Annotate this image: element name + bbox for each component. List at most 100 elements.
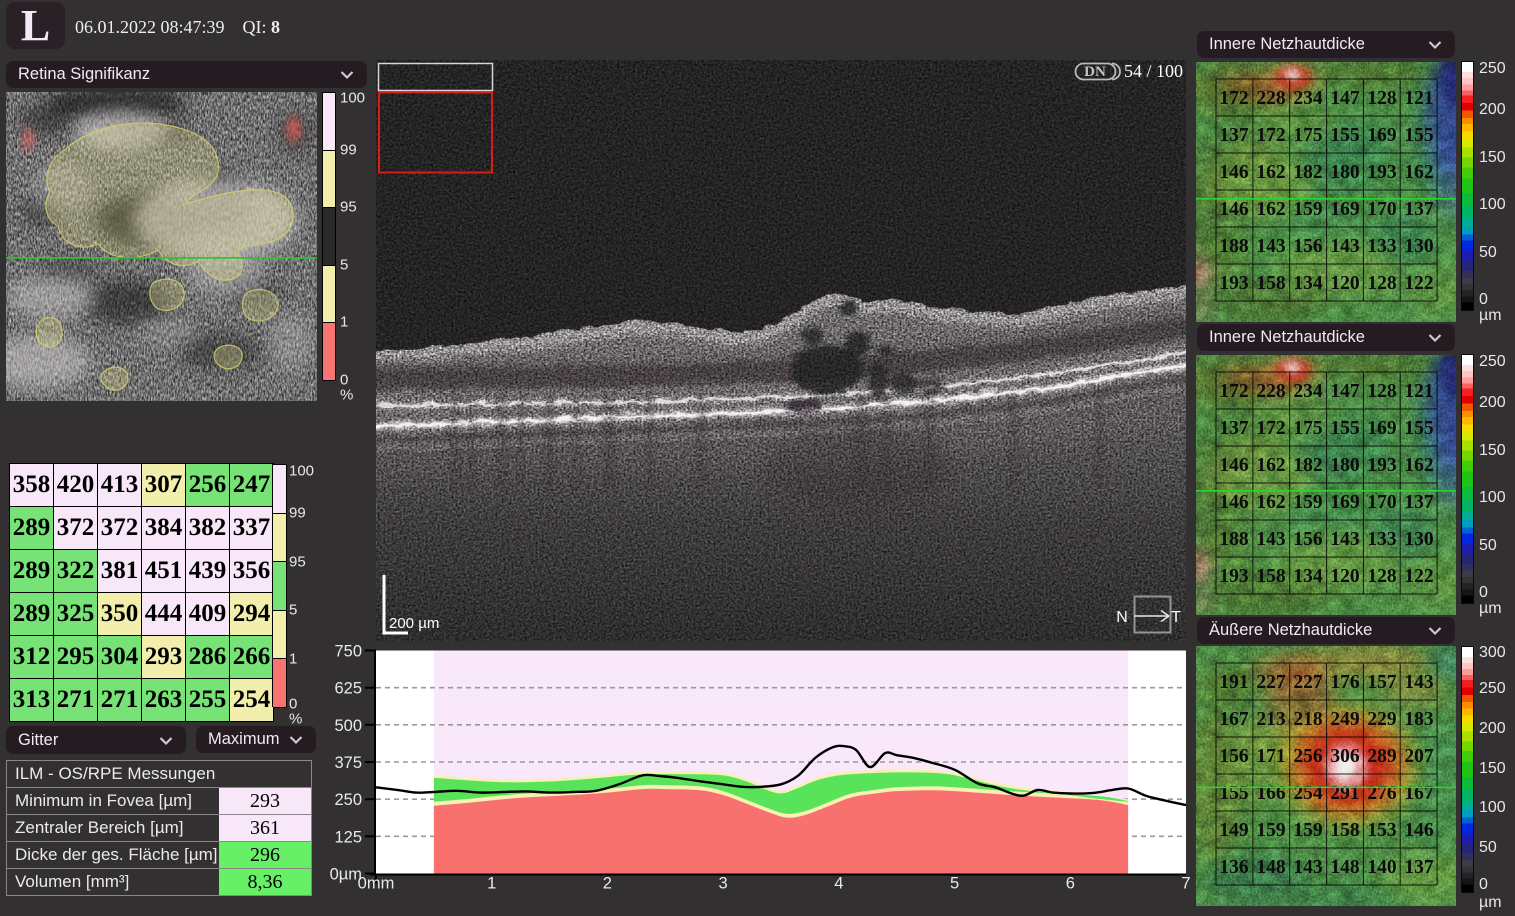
svg-text:162: 162 — [1256, 492, 1285, 513]
svg-text:172: 172 — [1219, 88, 1248, 109]
svg-text:146: 146 — [1219, 162, 1249, 183]
svg-text:375: 375 — [334, 754, 362, 772]
svg-text:200 µm: 200 µm — [389, 615, 439, 632]
svg-text:249: 249 — [1330, 709, 1360, 730]
svg-text:227: 227 — [1293, 672, 1323, 693]
svg-text:143: 143 — [1256, 236, 1286, 257]
svg-text:155: 155 — [1330, 125, 1360, 146]
svg-text:137: 137 — [1404, 199, 1434, 220]
svg-text:143: 143 — [1293, 857, 1323, 878]
svg-text:625: 625 — [334, 680, 362, 698]
svg-text:155: 155 — [1330, 418, 1360, 439]
svg-text:159: 159 — [1293, 492, 1323, 513]
svg-text:155: 155 — [1404, 125, 1434, 146]
svg-text:137: 137 — [1404, 857, 1434, 878]
svg-text:147: 147 — [1330, 88, 1360, 109]
svg-text:180: 180 — [1330, 455, 1359, 476]
svg-text:133: 133 — [1367, 236, 1397, 257]
svg-text:229: 229 — [1367, 709, 1397, 730]
svg-text:143: 143 — [1330, 529, 1360, 550]
svg-text:276: 276 — [1367, 783, 1397, 804]
svg-text:146: 146 — [1219, 199, 1249, 220]
svg-text:254: 254 — [1293, 783, 1323, 804]
svg-text:193: 193 — [1219, 273, 1249, 294]
svg-text:207: 207 — [1404, 746, 1434, 767]
svg-text:120: 120 — [1330, 273, 1359, 294]
svg-text:N: N — [1116, 609, 1128, 626]
svg-text:171: 171 — [1256, 746, 1285, 767]
svg-text:306: 306 — [1330, 746, 1360, 767]
svg-text:121: 121 — [1404, 381, 1433, 402]
svg-text:172: 172 — [1256, 418, 1285, 439]
svg-text:182: 182 — [1293, 162, 1322, 183]
svg-text:137: 137 — [1219, 125, 1249, 146]
svg-text:128: 128 — [1367, 381, 1397, 402]
svg-text:3: 3 — [719, 875, 728, 893]
svg-text:6: 6 — [1066, 875, 1075, 893]
svg-text:169: 169 — [1330, 492, 1360, 513]
svg-text:7: 7 — [1181, 875, 1190, 893]
svg-text:188: 188 — [1219, 529, 1249, 550]
svg-text:128: 128 — [1367, 273, 1397, 294]
svg-text:122: 122 — [1404, 273, 1433, 294]
svg-text:158: 158 — [1256, 273, 1286, 294]
svg-text:289: 289 — [1367, 746, 1397, 767]
svg-text:146: 146 — [1219, 455, 1249, 476]
svg-text:256: 256 — [1293, 746, 1323, 767]
svg-text:136: 136 — [1219, 857, 1249, 878]
svg-text:143: 143 — [1256, 529, 1286, 550]
svg-text:162: 162 — [1404, 162, 1433, 183]
svg-text:176: 176 — [1330, 672, 1360, 693]
svg-text:125: 125 — [334, 828, 362, 846]
svg-text:166: 166 — [1256, 783, 1286, 804]
svg-text:169: 169 — [1367, 125, 1397, 146]
svg-text:149: 149 — [1219, 820, 1249, 841]
svg-text:228: 228 — [1256, 381, 1286, 402]
svg-text:1: 1 — [487, 875, 496, 893]
svg-text:134: 134 — [1293, 273, 1323, 294]
svg-text:218: 218 — [1293, 709, 1323, 730]
svg-text:155: 155 — [1219, 783, 1249, 804]
svg-text:130: 130 — [1404, 236, 1433, 257]
svg-text:162: 162 — [1404, 455, 1433, 476]
svg-text:140: 140 — [1367, 857, 1396, 878]
svg-text:227: 227 — [1256, 672, 1286, 693]
svg-text:250: 250 — [334, 791, 362, 809]
svg-text:159: 159 — [1293, 199, 1323, 220]
svg-text:175: 175 — [1293, 125, 1323, 146]
svg-text:159: 159 — [1256, 820, 1286, 841]
svg-text:170: 170 — [1367, 492, 1396, 513]
svg-text:2: 2 — [603, 875, 612, 893]
svg-text:159: 159 — [1293, 820, 1323, 841]
svg-text:167: 167 — [1219, 709, 1249, 730]
svg-text:500: 500 — [334, 717, 362, 735]
svg-text:133: 133 — [1367, 529, 1397, 550]
svg-text:183: 183 — [1404, 709, 1434, 730]
svg-text:169: 169 — [1367, 418, 1397, 439]
svg-text:121: 121 — [1404, 88, 1433, 109]
svg-text:167: 167 — [1404, 783, 1434, 804]
svg-text:193: 193 — [1219, 566, 1249, 587]
svg-text:54 / 100: 54 / 100 — [1124, 61, 1183, 81]
svg-text:158: 158 — [1330, 820, 1360, 841]
svg-text:147: 147 — [1330, 381, 1360, 402]
svg-text:172: 172 — [1256, 125, 1285, 146]
svg-text:143: 143 — [1404, 672, 1434, 693]
svg-text:156: 156 — [1293, 529, 1323, 550]
svg-text:137: 137 — [1219, 418, 1249, 439]
svg-text:148: 148 — [1330, 857, 1360, 878]
svg-text:4: 4 — [834, 875, 843, 893]
svg-text:155: 155 — [1404, 418, 1434, 439]
svg-text:148: 148 — [1256, 857, 1286, 878]
svg-text:750: 750 — [334, 645, 362, 661]
svg-text:156: 156 — [1219, 746, 1249, 767]
svg-text:182: 182 — [1293, 455, 1322, 476]
svg-text:234: 234 — [1293, 381, 1323, 402]
svg-text:5: 5 — [950, 875, 959, 893]
svg-text:120: 120 — [1330, 566, 1359, 587]
svg-text:158: 158 — [1256, 566, 1286, 587]
svg-text:146: 146 — [1404, 820, 1434, 841]
svg-text:128: 128 — [1367, 88, 1397, 109]
svg-text:157: 157 — [1367, 672, 1397, 693]
svg-text:162: 162 — [1256, 199, 1285, 220]
